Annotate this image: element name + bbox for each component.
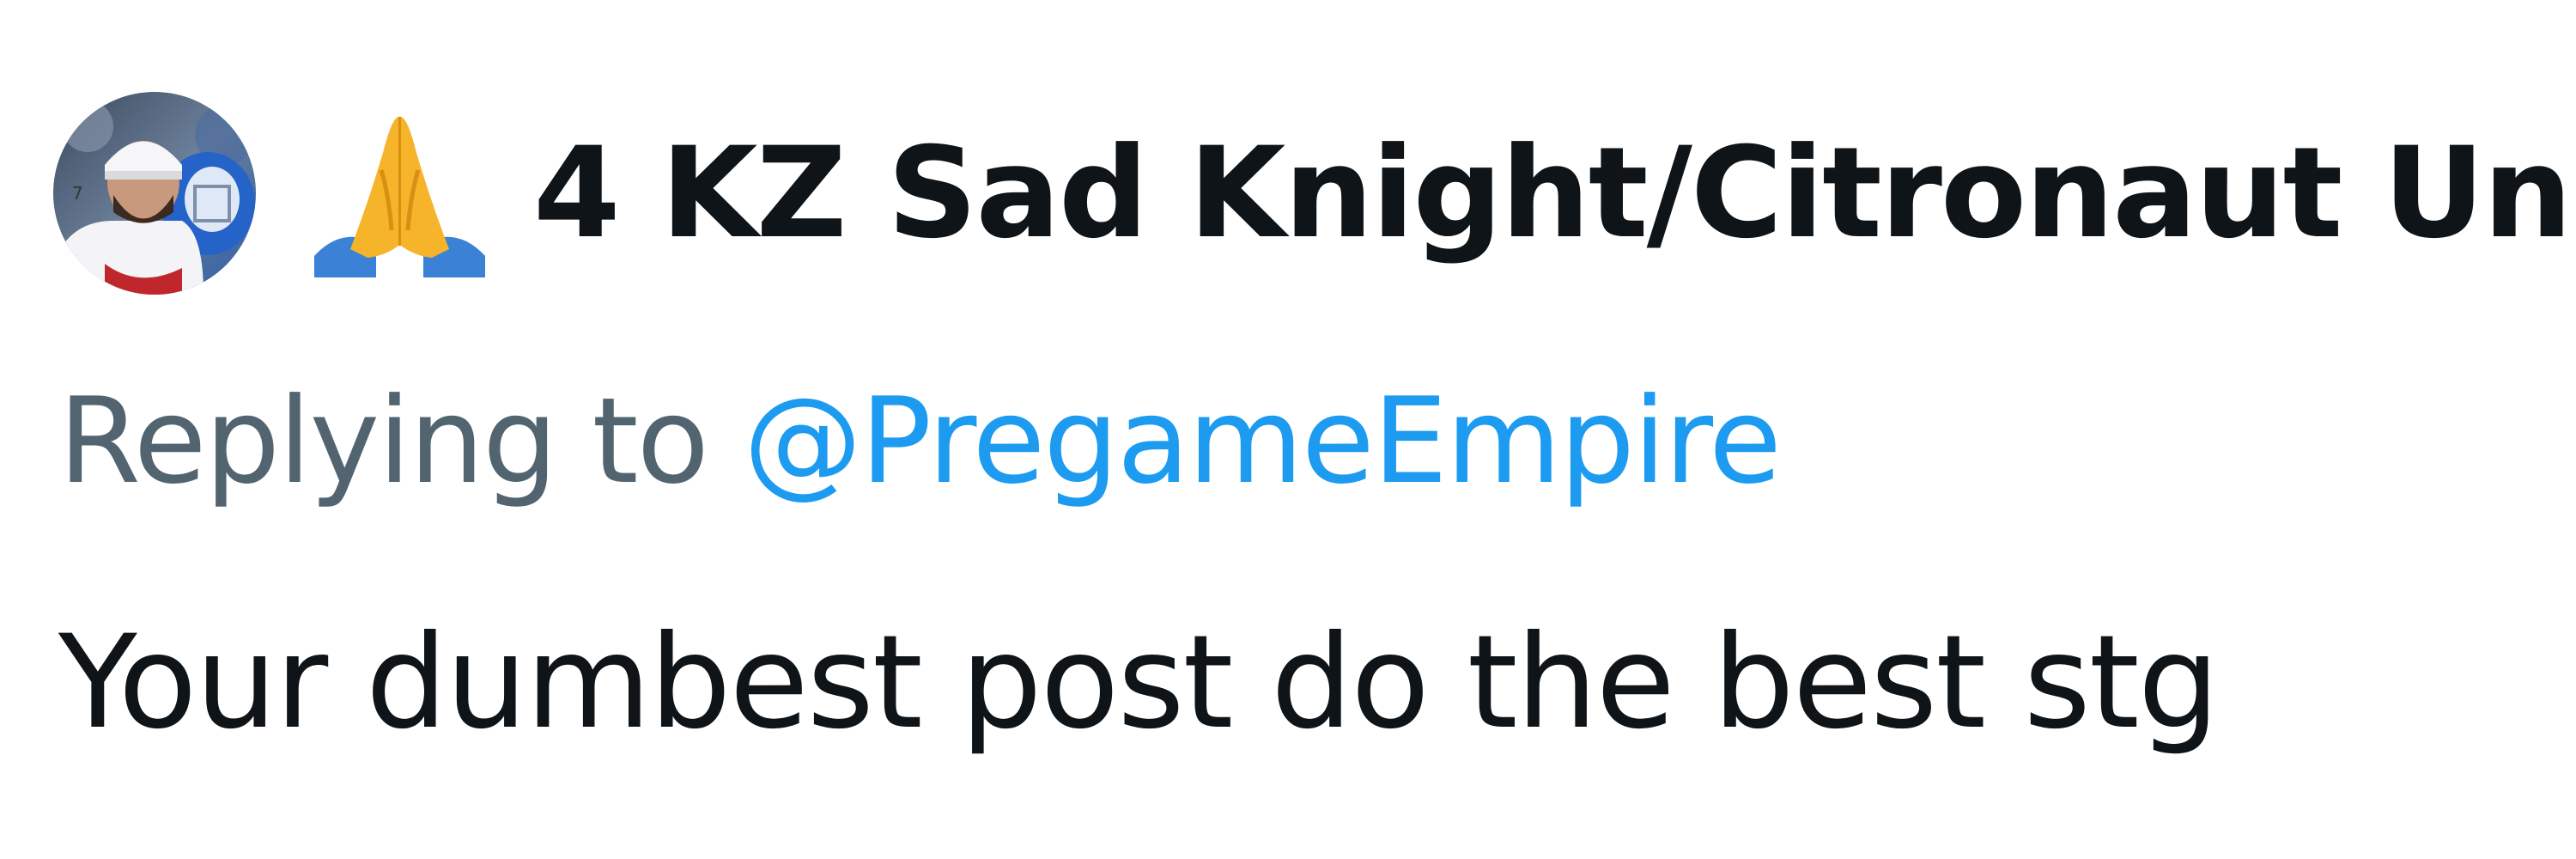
folded-hands-emoji-icon bbox=[307, 101, 492, 286]
replying-to-label: Replying to bbox=[58, 372, 744, 510]
svg-text:7: 7 bbox=[72, 183, 83, 204]
tweet-text: Your dumbest post do the best stg bbox=[58, 608, 2220, 758]
reply-handle-link[interactable]: @PregameEmpire bbox=[744, 372, 1782, 510]
avatar[interactable]: 7 bbox=[53, 92, 256, 295]
replying-to-line: Replying to @PregameEmpire bbox=[58, 382, 1782, 501]
tweet-header: 7 4 KZ Sad Knight/Citronaut Un bbox=[53, 86, 2576, 301]
author-display-name[interactable]: 4 KZ Sad Knight/Citronaut Un bbox=[533, 131, 2573, 256]
tweet: 7 4 KZ Sad Knight/Citronaut Un Replying … bbox=[0, 0, 2576, 859]
avatar-hockey-player-icon: 7 bbox=[53, 92, 256, 295]
